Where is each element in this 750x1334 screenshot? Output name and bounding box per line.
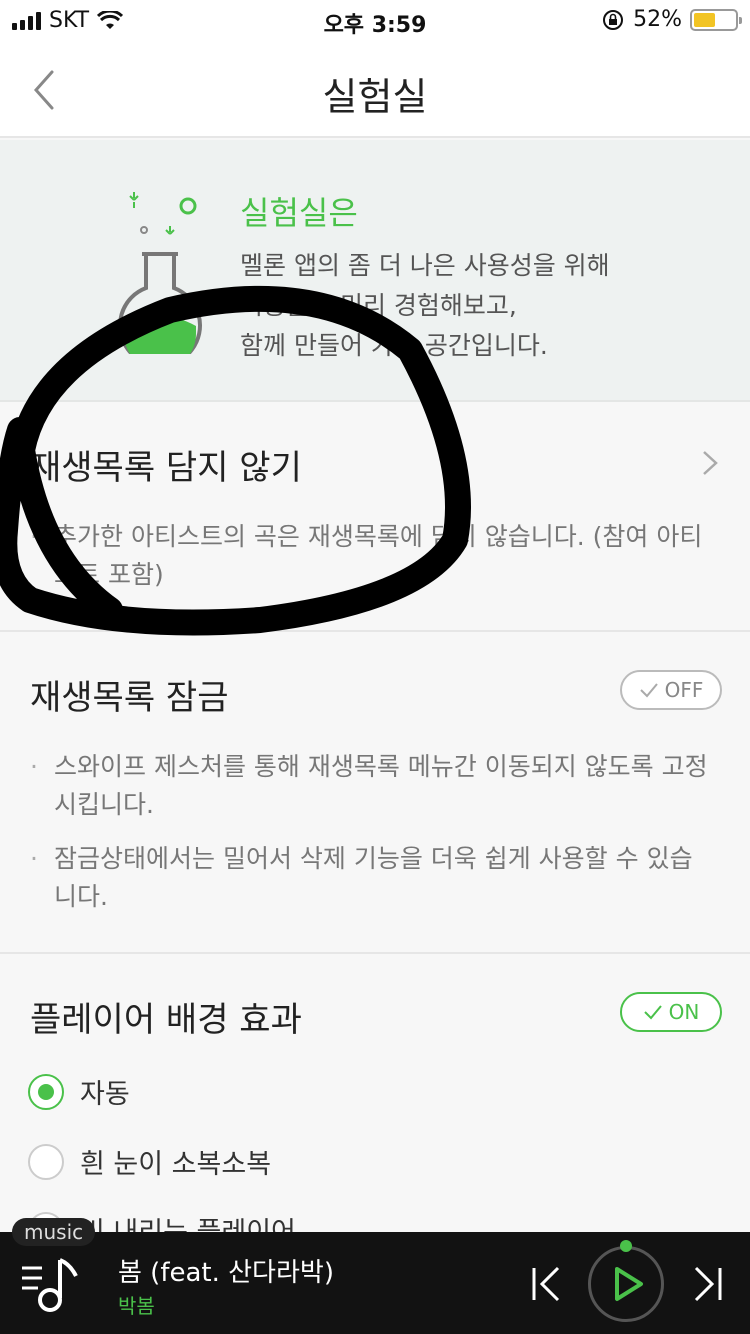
- section-no-playlist-add[interactable]: 재생목록 담지 않기 추가한 아티스트의 곡은 재생목록에 담지 않습니다. (…: [0, 402, 750, 632]
- intro-title: 실험실은: [240, 194, 358, 232]
- radio-button[interactable]: [28, 1073, 64, 1110]
- toggle-label: ON: [668, 1000, 700, 1024]
- next-track-button[interactable]: [690, 1262, 724, 1306]
- section-playlist-lock: 재생목록 잠금 OFF 스와이프 제스처를 통해 재생목록 메뉴간 이동되지 않…: [0, 632, 750, 954]
- section-bullet: 잠금상태에서는 밀어서 삭제 기능을 더욱 쉽게 사용할 수 있습니다.: [30, 840, 710, 916]
- option-auto[interactable]: 자동: [28, 1072, 130, 1111]
- intro-description: 멜론 앱의 좀 더 나은 사용성을 위해 기능들을 미리 경험해보고, 함께 만…: [240, 246, 640, 366]
- mini-player[interactable]: music 봄 (feat. 산다라박) 박봄: [0, 1218, 750, 1334]
- option-label: 흰 눈이 소복소복: [80, 1149, 272, 1180]
- rotation-lock-icon: [603, 9, 624, 30]
- section-title: 플레이어 배경 효과: [30, 1000, 302, 1040]
- song-title: 봄 (feat. 산다라박): [118, 1258, 334, 1288]
- player-background-toggle[interactable]: ON: [620, 992, 722, 1032]
- intro-banner: 실험실은 멜론 앱의 좀 더 나은 사용성을 위해 기능들을 미리 경험해보고,…: [0, 140, 750, 402]
- status-bar: SKT 오후 3:59 52%: [0, 0, 750, 40]
- battery-fill: [694, 12, 715, 27]
- chevron-right-icon[interactable]: [698, 446, 722, 480]
- flask-icon: [118, 192, 202, 354]
- play-button[interactable]: [588, 1246, 664, 1322]
- battery-percent: 52%: [633, 7, 682, 32]
- section-title: 재생목록 담지 않기: [30, 448, 302, 488]
- intro-line-2: 기능들을 미리 경험해보고,: [240, 291, 517, 320]
- play-icon: [615, 1267, 643, 1301]
- option-label: 자동: [80, 1079, 130, 1110]
- nav-bar: 실험실: [0, 40, 750, 138]
- progress-dot: [620, 1240, 632, 1252]
- intro-line-1: 멜론 앱의 좀 더 나은 사용성을 위해: [240, 251, 610, 280]
- battery-icon: [690, 8, 742, 31]
- previous-track-button[interactable]: [530, 1262, 564, 1306]
- option-snow[interactable]: 흰 눈이 소복소복: [28, 1142, 271, 1181]
- section-bullet: 추가한 아티스트의 곡은 재생목록에 담지 않습니다. (참여 아티스트 포함): [30, 518, 710, 594]
- music-badge: music: [12, 1218, 96, 1246]
- song-artist: 박봄: [118, 1294, 155, 1318]
- radio-button[interactable]: [28, 1143, 64, 1180]
- check-icon: [639, 683, 658, 698]
- toggle-label: OFF: [664, 678, 704, 702]
- playlist-menu-icon[interactable]: [20, 1254, 80, 1314]
- section-bullet: 스와이프 제스처를 통해 재생목록 메뉴간 이동되지 않도록 고정시킵니다.: [30, 748, 710, 824]
- playlist-lock-toggle[interactable]: OFF: [620, 670, 722, 710]
- page-title: 실험실: [322, 75, 428, 119]
- intro-line-3: 함께 만들어 가는 공간입니다.: [240, 331, 548, 360]
- section-title: 재생목록 잠금: [30, 678, 229, 718]
- check-icon: [643, 1005, 662, 1020]
- status-right: 52%: [601, 7, 742, 32]
- section-player-background: 플레이어 배경 효과 ON 자동 흰 눈이 소복소복 비 내리는 플레이어: [0, 954, 750, 1248]
